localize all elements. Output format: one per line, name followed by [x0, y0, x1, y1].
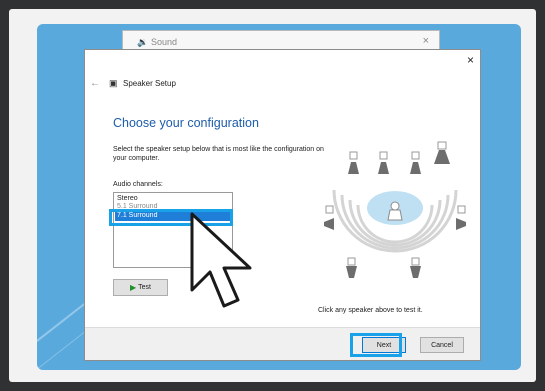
speaker-icon[interactable] [324, 205, 334, 230]
back-arrow-icon[interactable]: ← [90, 78, 100, 89]
play-icon: ▶ [130, 283, 137, 292]
speaker-setup-icon: ▣ [109, 78, 118, 88]
speaker-test-hint: Click any speaker above to test it. [318, 307, 423, 314]
cancel-button-label: Cancel [431, 341, 453, 349]
next-button-highlight-box [350, 333, 402, 357]
test-button[interactable]: ▶ Test [113, 279, 168, 296]
speaker-icon[interactable] [434, 141, 450, 164]
audio-channels-label: Audio channels: [113, 181, 163, 188]
dialog-title: Speaker Setup [123, 79, 176, 88]
speaker-icon[interactable] [348, 151, 359, 174]
speaker-diagram [324, 141, 466, 278]
speaker-icon[interactable] [346, 257, 357, 278]
cancel-button[interactable]: Cancel [420, 337, 464, 353]
listener-icon [387, 209, 403, 221]
sound-icon: 🔉 [137, 37, 149, 47]
speaker-icon[interactable] [410, 257, 421, 278]
mouse-cursor-icon [190, 212, 252, 308]
speaker-icon[interactable] [378, 151, 389, 174]
list-item-stereo[interactable]: Stereo [117, 195, 138, 203]
sound-window-title: Sound [151, 37, 178, 47]
instructions-text: Select the speaker setup below that is m… [113, 146, 324, 162]
speaker-icon[interactable] [410, 151, 421, 174]
speaker-icon[interactable] [456, 205, 466, 230]
close-icon[interactable]: × [423, 35, 429, 47]
page-heading: Choose your configuration [113, 116, 259, 130]
test-button-label: Test [138, 284, 151, 291]
close-icon[interactable]: × [467, 53, 474, 67]
dialog-footer: Next Cancel [85, 327, 480, 360]
listener-head [390, 201, 400, 211]
